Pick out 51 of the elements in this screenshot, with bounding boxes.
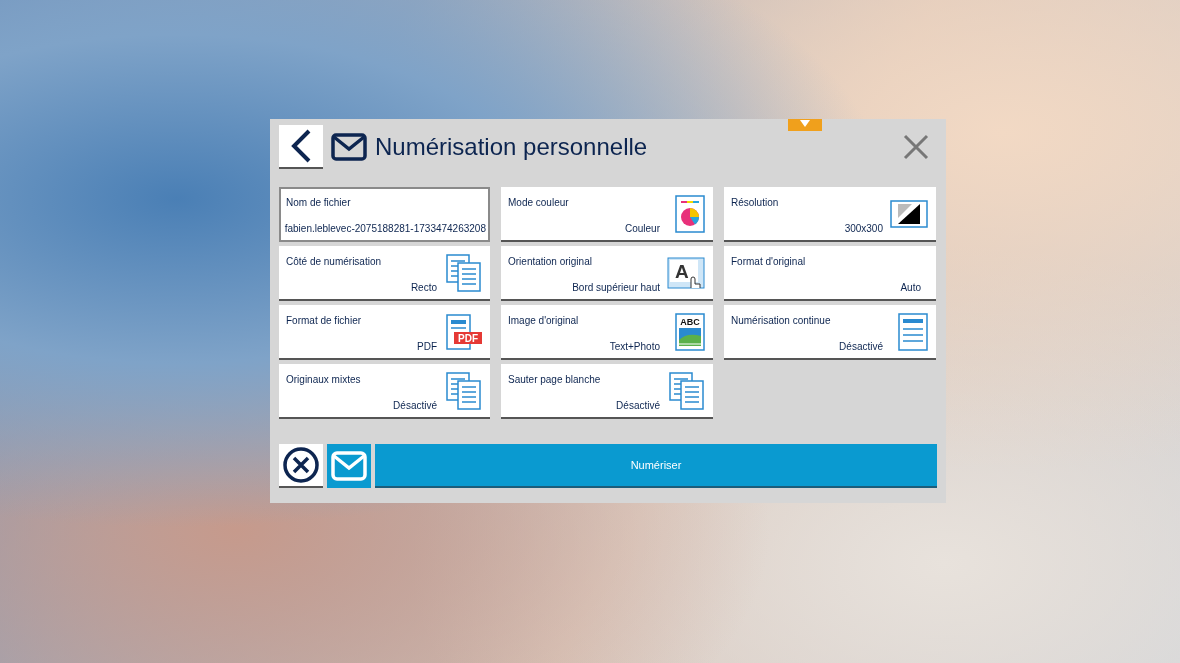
envelope-icon	[331, 133, 367, 161]
setting-label: Originaux mixtes	[286, 373, 361, 387]
setting-tile[interactable]: Format d'original Auto	[724, 246, 936, 301]
setting-value: Désactivé	[839, 340, 883, 354]
setting-tile[interactable]: Orientation original Bord supérieur haut A	[501, 246, 713, 301]
back-button[interactable]	[279, 125, 323, 169]
back-icon	[290, 129, 312, 163]
setting-tile[interactable]: Image d'original Text+Photo ABC	[501, 305, 713, 360]
setting-label: Orientation original	[508, 255, 592, 269]
pull-down-tab[interactable]	[788, 119, 822, 131]
text-photo-icon: ABC	[675, 312, 705, 351]
setting-value: fabien.leblevec-2075188281-1733474263208	[284, 222, 486, 236]
setting-label: Côté de numérisation	[286, 255, 382, 269]
setting-value: Text+Photo	[609, 340, 660, 354]
setting-label: Mode couleur	[508, 196, 569, 210]
setting-value: Bord supérieur haut	[572, 281, 660, 295]
setting-label: Numérisation continue	[731, 314, 831, 328]
setting-value: Désactivé	[616, 399, 660, 413]
setting-tile[interactable]: Mode couleur Couleur	[501, 187, 713, 242]
cancel-icon	[283, 447, 319, 483]
setting-tile[interactable]: Résolution 300x300	[724, 187, 936, 242]
orientation-icon: A	[667, 256, 705, 289]
setting-tile[interactable]: Côté de numérisation Recto	[279, 246, 490, 301]
setting-label: Format d'original	[731, 255, 806, 269]
setting-value: PDF	[417, 340, 437, 354]
dialog-title: Numérisation personnelle	[375, 132, 648, 162]
setting-value: Recto	[410, 281, 437, 295]
document-icon	[898, 312, 928, 351]
close-icon[interactable]	[903, 134, 929, 160]
cancel-button[interactable]	[279, 444, 323, 488]
setting-tile[interactable]: Format de fichier PDF PDF	[279, 305, 490, 360]
setting-value: 300x300	[844, 222, 883, 236]
setting-label: Format de fichier	[286, 314, 362, 328]
triangle-icon	[799, 119, 811, 128]
setting-label: Résolution	[731, 196, 779, 210]
setting-label: Nom de fichier	[286, 196, 351, 210]
setting-label: Image d'original	[508, 314, 579, 328]
setting-value: Couleur	[624, 222, 660, 236]
setting-label: Sauter page blanche	[508, 373, 601, 387]
setting-value: Désactivé	[393, 399, 437, 413]
setting-tile[interactable]: Sauter page blanche Désactivé	[501, 364, 713, 419]
setting-tile[interactable]: Numérisation continue Désactivé	[724, 305, 936, 360]
setting-tile[interactable]: Originaux mixtes Désactivé	[279, 364, 490, 419]
resolution-icon	[890, 199, 928, 228]
envelope-icon	[331, 451, 367, 481]
pages-icon	[669, 371, 705, 410]
pages-icon	[446, 253, 482, 292]
color-chart-icon	[675, 194, 705, 233]
setting-value: Auto	[900, 281, 921, 295]
setting-tile[interactable]: Nom de fichier fabien.leblevec-2075188281-1733474263208	[279, 187, 490, 242]
pages-icon	[446, 371, 482, 410]
